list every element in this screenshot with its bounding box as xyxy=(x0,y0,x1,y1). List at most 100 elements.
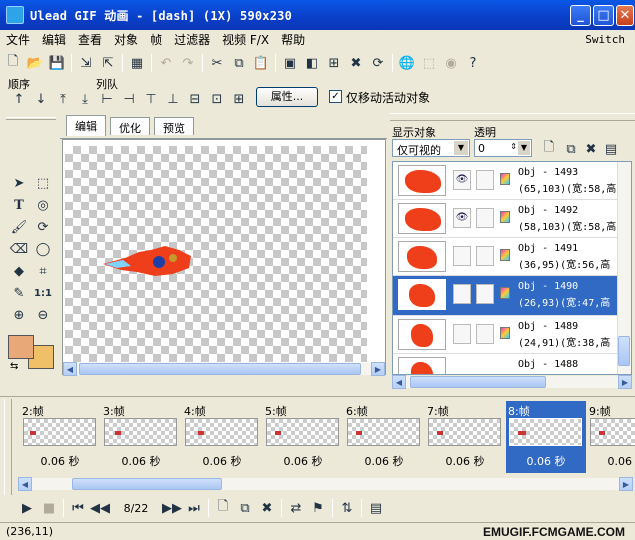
close-button[interactable]: ✕ xyxy=(616,5,634,26)
object-icon[interactable]: ◧ xyxy=(302,53,322,73)
menu-switch[interactable]: Switch xyxy=(579,33,631,46)
duplicate-frame-icon[interactable]: ⧉ xyxy=(235,498,255,518)
align-middle-icon[interactable]: ⊟ xyxy=(185,89,205,109)
wizard-icon[interactable]: ▦ xyxy=(127,53,147,73)
menu-frame[interactable]: 帧 xyxy=(144,31,168,48)
object-row[interactable]: 👁 Obj - 1492 (58,103)(宽:58,高 xyxy=(393,200,617,238)
preview-icon[interactable]: ◉ xyxy=(441,53,461,73)
lock-box[interactable] xyxy=(476,284,494,304)
stop-icon[interactable]: ■ xyxy=(39,498,59,518)
frame-thumb[interactable]: 7:帧 0.06 秒 xyxy=(425,401,505,473)
reverse-icon[interactable]: ⇅ xyxy=(337,498,357,518)
help-pointer-icon[interactable]: ? xyxy=(463,53,483,73)
cut-icon[interactable]: ✂ xyxy=(207,53,227,73)
canvas[interactable] xyxy=(65,146,367,362)
primary-color-swatch[interactable] xyxy=(8,335,34,359)
add-frame-icon[interactable]: 🗋 xyxy=(213,498,233,518)
scroll-right-icon[interactable]: ▶ xyxy=(371,362,385,376)
menu-file[interactable]: 文件 xyxy=(0,31,36,48)
menu-filter[interactable]: 过滤器 xyxy=(168,31,216,48)
lock-box[interactable] xyxy=(476,170,494,190)
lock-box[interactable] xyxy=(476,324,494,344)
import-icon[interactable]: ⇲ xyxy=(76,53,96,73)
only-move-active-checkbox[interactable]: ✓ xyxy=(329,90,342,103)
text-tool-icon[interactable]: T xyxy=(9,195,29,215)
visibility-box[interactable] xyxy=(453,246,471,266)
menu-edit[interactable]: 编辑 xyxy=(36,31,72,48)
frame-hscroll-thumb[interactable] xyxy=(72,478,222,490)
scroll-left-icon[interactable]: ◀ xyxy=(392,375,406,389)
new-file-icon[interactable]: 🗋 xyxy=(3,53,23,73)
menu-view[interactable]: 查看 xyxy=(72,31,108,48)
menu-video-fx[interactable]: 视频 F/X xyxy=(216,31,275,48)
eye-icon[interactable]: 👁 xyxy=(453,208,471,228)
play-icon[interactable]: ▶ xyxy=(17,498,37,518)
next-frame-icon[interactable]: ▶▶ xyxy=(162,498,182,518)
tab-edit[interactable]: 编辑 xyxy=(66,115,106,136)
frame-thumb[interactable]: 5:帧 0.06 秒 xyxy=(263,401,343,473)
actual-size-icon[interactable]: 1:1 xyxy=(33,283,53,303)
canvas-hscroll-thumb[interactable] xyxy=(79,363,361,375)
minimize-button[interactable]: _ xyxy=(570,5,591,26)
new-object-icon[interactable]: 🗋 xyxy=(539,139,559,159)
object-row[interactable]: Obj - 1488 xyxy=(393,354,617,374)
lock-box[interactable] xyxy=(476,208,494,228)
object-row[interactable]: Obj - 1489 (24,91)(宽:38,高 xyxy=(393,316,617,354)
object-row-selected[interactable]: Obj - 1490 (26,93)(宽:47,高 xyxy=(393,276,617,316)
align-grid-icon[interactable]: ⊞ xyxy=(229,89,249,109)
object-list-vscroll-thumb[interactable] xyxy=(618,336,630,366)
frame-thumb[interactable]: 9:帧 0.06 秒 xyxy=(587,401,635,473)
attributes-button[interactable]: 属性... xyxy=(256,87,318,107)
visibility-box[interactable] xyxy=(453,284,471,304)
align-top-icon[interactable]: ⊥ xyxy=(163,89,183,109)
object-list-hscroll-thumb[interactable] xyxy=(410,376,546,388)
canvas-hscroll[interactable]: ◀ ▶ xyxy=(63,362,385,376)
scroll-left-icon[interactable]: ◀ xyxy=(18,477,32,491)
redo-icon[interactable]: ↷ xyxy=(178,53,198,73)
tab-preview[interactable]: 预览 xyxy=(154,117,194,135)
align-bottom-icon[interactable]: ⊡ xyxy=(207,89,227,109)
delete-object-icon[interactable]: ✖ xyxy=(346,53,366,73)
swap-colors-icon[interactable]: ⇆ xyxy=(10,361,18,372)
opacity-dropdown-icon[interactable]: ▼ xyxy=(518,141,530,155)
lock-box[interactable] xyxy=(476,246,494,266)
tween-icon[interactable]: ⇄ xyxy=(286,498,306,518)
object-filter-select[interactable]: 仅可视的 ▼ xyxy=(392,139,470,157)
first-frame-icon[interactable]: ⏮ xyxy=(68,498,88,518)
scroll-right-icon[interactable]: ▶ xyxy=(619,477,633,491)
move-bottom-icon[interactable]: ⤓ xyxy=(75,89,95,109)
object-row[interactable]: 👁 Obj - 1493 (65,103)(宽:58,高 xyxy=(393,162,617,200)
object-list-hscroll[interactable]: ◀ ▶ xyxy=(392,375,632,389)
maximize-button[interactable]: □ xyxy=(593,5,614,26)
export-icon[interactable]: ⇱ xyxy=(98,53,118,73)
spinner-arrows-icon[interactable]: ⇕ xyxy=(510,142,517,151)
frame-thumb[interactable]: 2:帧 0.06 秒 xyxy=(20,401,100,473)
eraser-icon[interactable]: ⌫ xyxy=(9,239,29,259)
bring-front-icon[interactable]: ↑ xyxy=(9,89,29,109)
transform-icon[interactable]: ⌗ xyxy=(33,261,53,281)
browser-icon[interactable]: 🌐 xyxy=(397,53,417,73)
save-icon[interactable]: 💾 xyxy=(47,53,67,73)
frame-thumb-selected[interactable]: 8:帧 0.06 秒 xyxy=(506,401,586,473)
frame-properties-icon[interactable]: ▤ xyxy=(366,498,386,518)
align-right-icon[interactable]: ⊤ xyxy=(141,89,161,109)
frame-thumb[interactable]: 3:帧 0.06 秒 xyxy=(101,401,181,473)
optimize-icon[interactable]: ⬚ xyxy=(419,53,439,73)
open-folder-icon[interactable]: 📂 xyxy=(25,53,45,73)
prev-frame-icon[interactable]: ◀◀ xyxy=(90,498,110,518)
undo-icon[interactable]: ↶ xyxy=(156,53,176,73)
menu-help[interactable]: 帮助 xyxy=(275,31,311,48)
merge-icon[interactable]: ⊞ xyxy=(324,53,344,73)
fill-bucket-icon[interactable]: ◆ xyxy=(9,261,29,281)
object-list-vscroll[interactable] xyxy=(617,162,631,374)
text-banner-icon[interactable]: ⚑ xyxy=(308,498,328,518)
shape-icon[interactable]: ◯ xyxy=(33,239,53,259)
frame-hscroll[interactable]: ◀ ▶ xyxy=(18,477,633,491)
crop-icon[interactable]: ◎ xyxy=(33,195,53,215)
duplicate-object-icon[interactable]: ⧉ xyxy=(561,139,581,159)
lasso-icon[interactable]: ⟳ xyxy=(33,217,53,237)
zoom-out-icon[interactable]: ⊖ xyxy=(33,305,53,325)
brush-icon[interactable]: 🖌 xyxy=(9,217,29,237)
marquee-icon[interactable]: ⬚ xyxy=(33,173,53,193)
move-top-icon[interactable]: ⤒ xyxy=(53,89,73,109)
